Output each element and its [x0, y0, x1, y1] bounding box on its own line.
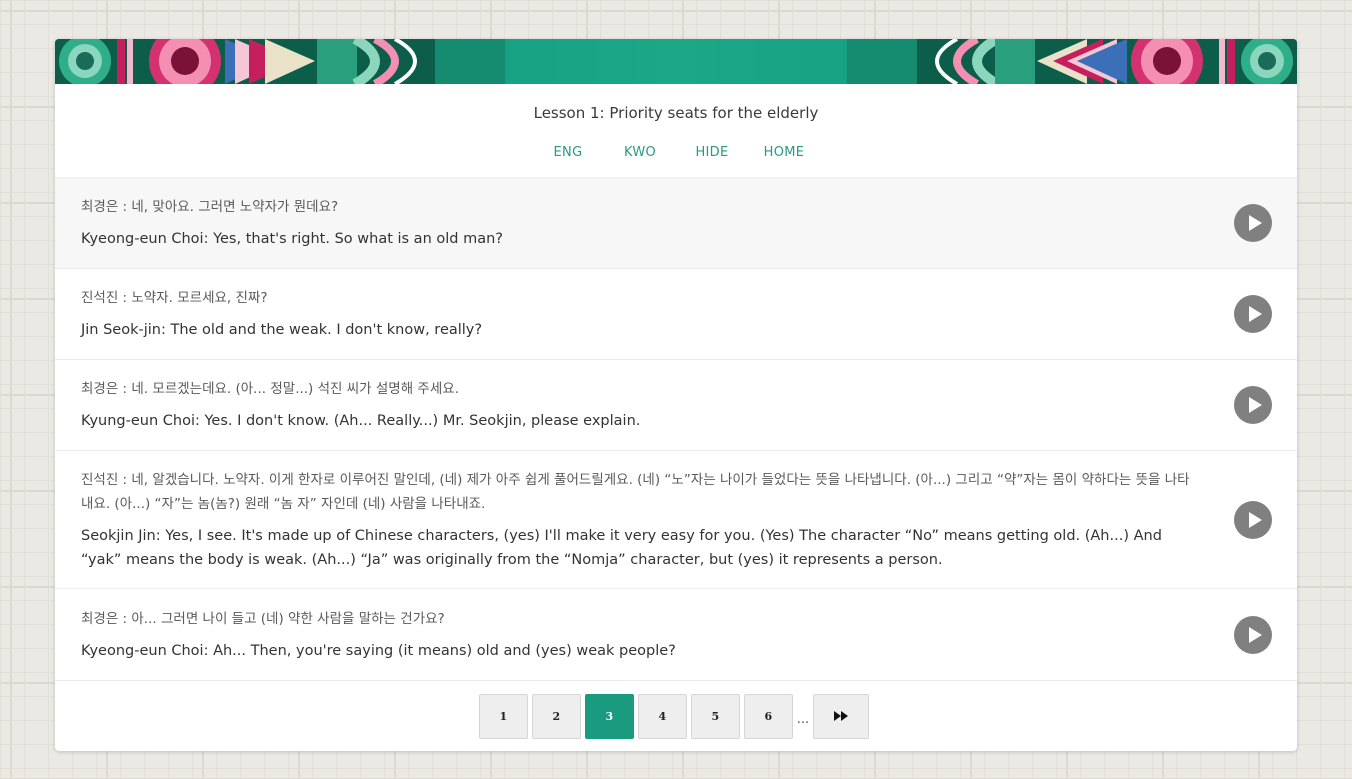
- english-line: Kyeong-eun Choi: Ah... Then, you're sayi…: [81, 642, 676, 659]
- pagination-ellipsis: ...: [796, 711, 810, 727]
- english-line: Seokjin Jin: Yes, I see. It's made up of…: [81, 527, 1162, 568]
- dialogue-row: 진석진 : 네, 알겠습니다. 노약자. 이게 한자로 이루어진 말인데, (네…: [55, 451, 1297, 589]
- banner-ornament-left: [55, 39, 505, 84]
- nav-eng-link[interactable]: ENG: [532, 145, 604, 167]
- play-audio-icon[interactable]: [1234, 204, 1272, 242]
- page-button-6[interactable]: 6: [743, 693, 793, 739]
- dialogue-row: 최경은 : 네, 맞아요. 그러면 노약자가 뭔데요? Kyeong-eun C…: [55, 178, 1297, 269]
- english-line: Kyeong-eun Choi: Yes, that's right. So w…: [81, 231, 503, 247]
- play-audio-icon[interactable]: [1234, 500, 1272, 539]
- korean-line: 최경은 : 아... 그러면 나이 들고 (네) 약한 사람을 말하는 건가요?: [81, 610, 445, 627]
- banner-ornament-right: [847, 39, 1297, 84]
- nav-hide-link[interactable]: HIDE: [676, 145, 748, 167]
- korean-line: 최경은 : 네. 모르겠는데요. (아... 정말...) 석진 씨가 설명해 …: [81, 381, 459, 397]
- play-audio-icon[interactable]: [1234, 615, 1272, 654]
- page-button-2[interactable]: 2: [531, 693, 581, 739]
- decorative-banner: [55, 39, 1297, 84]
- play-audio-icon[interactable]: [1234, 386, 1272, 424]
- nav-kwo-link[interactable]: KWO: [604, 145, 676, 167]
- korean-line: 최경은 : 네, 맞아요. 그러면 노약자가 뭔데요?: [81, 199, 339, 215]
- next-pages-button[interactable]: [813, 693, 870, 739]
- page-button-3-current[interactable]: 3: [584, 693, 634, 739]
- fast-forward-icon: [834, 711, 849, 721]
- dialogue-row: 진석진 : 노약자. 모르세요, 진짜? Jin Seok-jin: The o…: [55, 269, 1297, 360]
- english-line: Kyung-eun Choi: Yes. I don't know. (Ah..…: [81, 413, 641, 429]
- pagination: 1 2 3 4 5 6 ...: [55, 681, 1297, 751]
- nav-home-link[interactable]: HOME: [748, 145, 820, 167]
- english-line: Jin Seok-jin: The old and the weak. I do…: [81, 322, 483, 338]
- lesson-title: Lesson 1: Priority seats for the elderly: [533, 104, 819, 122]
- dialogue-row: 최경은 : 아... 그러면 나이 들고 (네) 약한 사람을 말하는 건가요?…: [55, 589, 1297, 681]
- dialogue-list: 최경은 : 네, 맞아요. 그러면 노약자가 뭔데요? Kyeong-eun C…: [55, 177, 1297, 681]
- page-button-1[interactable]: 1: [478, 693, 528, 739]
- play-audio-icon[interactable]: [1234, 295, 1272, 333]
- korean-line: 진석진 : 네, 알겠습니다. 노약자. 이게 한자로 이루어진 말인데, (네…: [81, 471, 1190, 512]
- page-button-4[interactable]: 4: [637, 693, 687, 739]
- page-button-5[interactable]: 5: [690, 693, 740, 739]
- lesson-card: Lesson 1: Priority seats for the elderly…: [55, 39, 1297, 751]
- language-nav: ENG KWO HIDE HOME: [55, 145, 1297, 167]
- korean-line: 진석진 : 노약자. 모르세요, 진짜?: [81, 290, 268, 306]
- dialogue-row: 최경은 : 네. 모르겠는데요. (아... 정말...) 석진 씨가 설명해 …: [55, 360, 1297, 451]
